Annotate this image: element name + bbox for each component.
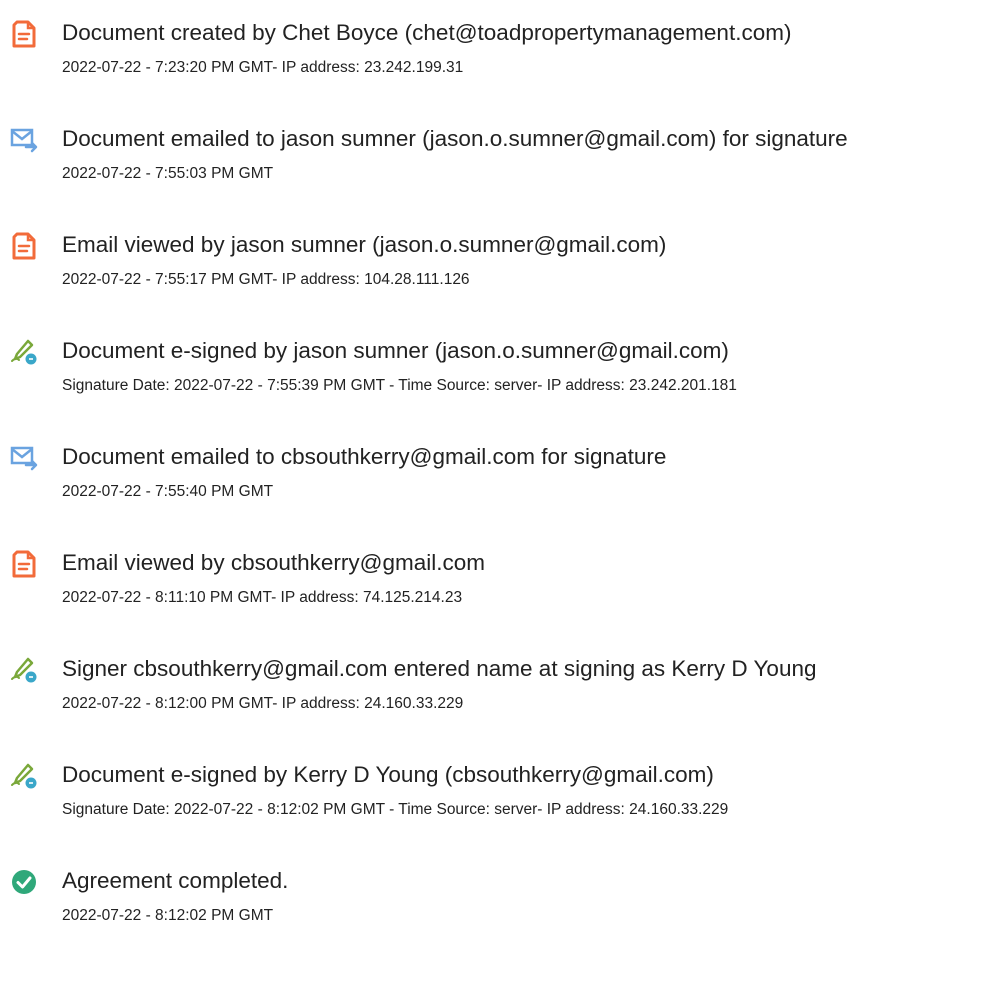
event-title: Email viewed by cbsouthkerry@gmail.com bbox=[62, 550, 485, 575]
audit-event: Email viewed by jason sumner (jason.o.su… bbox=[0, 232, 992, 312]
event-detail: Signature Date: 2022-07-22 - 8:12:02 PM … bbox=[62, 801, 729, 818]
event-title: Signer cbsouthkerry@gmail.com entered na… bbox=[62, 656, 817, 681]
audit-event: Agreement completed. 2022-07-22 - 8:12:0… bbox=[0, 868, 992, 948]
event-detail: 2022-07-22 - 8:11:10 PM GMT- IP address:… bbox=[62, 589, 463, 606]
email-sent-icon bbox=[10, 444, 38, 472]
event-detail: 2022-07-22 - 8:12:00 PM GMT- IP address:… bbox=[62, 695, 464, 712]
esign-pen-icon bbox=[10, 338, 38, 366]
document-icon bbox=[10, 20, 38, 48]
event-title: Document emailed to jason sumner (jason.… bbox=[62, 126, 848, 151]
document-icon bbox=[10, 232, 38, 260]
audit-event: Document created by Chet Boyce (chet@toa… bbox=[0, 20, 992, 100]
event-title: Email viewed by jason sumner (jason.o.su… bbox=[62, 232, 667, 257]
event-title: Document created by Chet Boyce (chet@toa… bbox=[62, 20, 792, 45]
event-title: Document e-signed by Kerry D Young (cbso… bbox=[62, 762, 714, 787]
audit-event: Document emailed to jason sumner (jason.… bbox=[0, 126, 992, 206]
event-title: Agreement completed. bbox=[62, 868, 289, 893]
event-detail: Signature Date: 2022-07-22 - 7:55:39 PM … bbox=[62, 377, 737, 394]
event-title: Document emailed to cbsouthkerry@gmail.c… bbox=[62, 444, 667, 469]
audit-event: Document e-signed by jason sumner (jason… bbox=[0, 338, 992, 418]
esign-pen-icon bbox=[10, 656, 38, 684]
audit-event: Document e-signed by Kerry D Young (cbso… bbox=[0, 762, 992, 842]
event-detail: 2022-07-22 - 7:55:17 PM GMT- IP address:… bbox=[62, 271, 470, 288]
event-detail: 2022-07-22 - 7:23:20 PM GMT- IP address:… bbox=[62, 59, 464, 76]
event-detail: 2022-07-22 - 7:55:40 PM GMT bbox=[62, 483, 274, 500]
document-icon bbox=[10, 550, 38, 578]
esign-pen-icon bbox=[10, 762, 38, 790]
audit-event: Document emailed to cbsouthkerry@gmail.c… bbox=[0, 444, 992, 524]
audit-event: Signer cbsouthkerry@gmail.com entered na… bbox=[0, 656, 992, 736]
audit-event: Email viewed by cbsouthkerry@gmail.com 2… bbox=[0, 550, 992, 630]
email-sent-icon bbox=[10, 126, 38, 154]
checkmark-icon bbox=[10, 868, 38, 896]
event-detail: 2022-07-22 - 7:55:03 PM GMT bbox=[62, 165, 274, 182]
event-detail: 2022-07-22 - 8:12:02 PM GMT bbox=[62, 907, 274, 924]
event-title: Document e-signed by jason sumner (jason… bbox=[62, 338, 729, 363]
